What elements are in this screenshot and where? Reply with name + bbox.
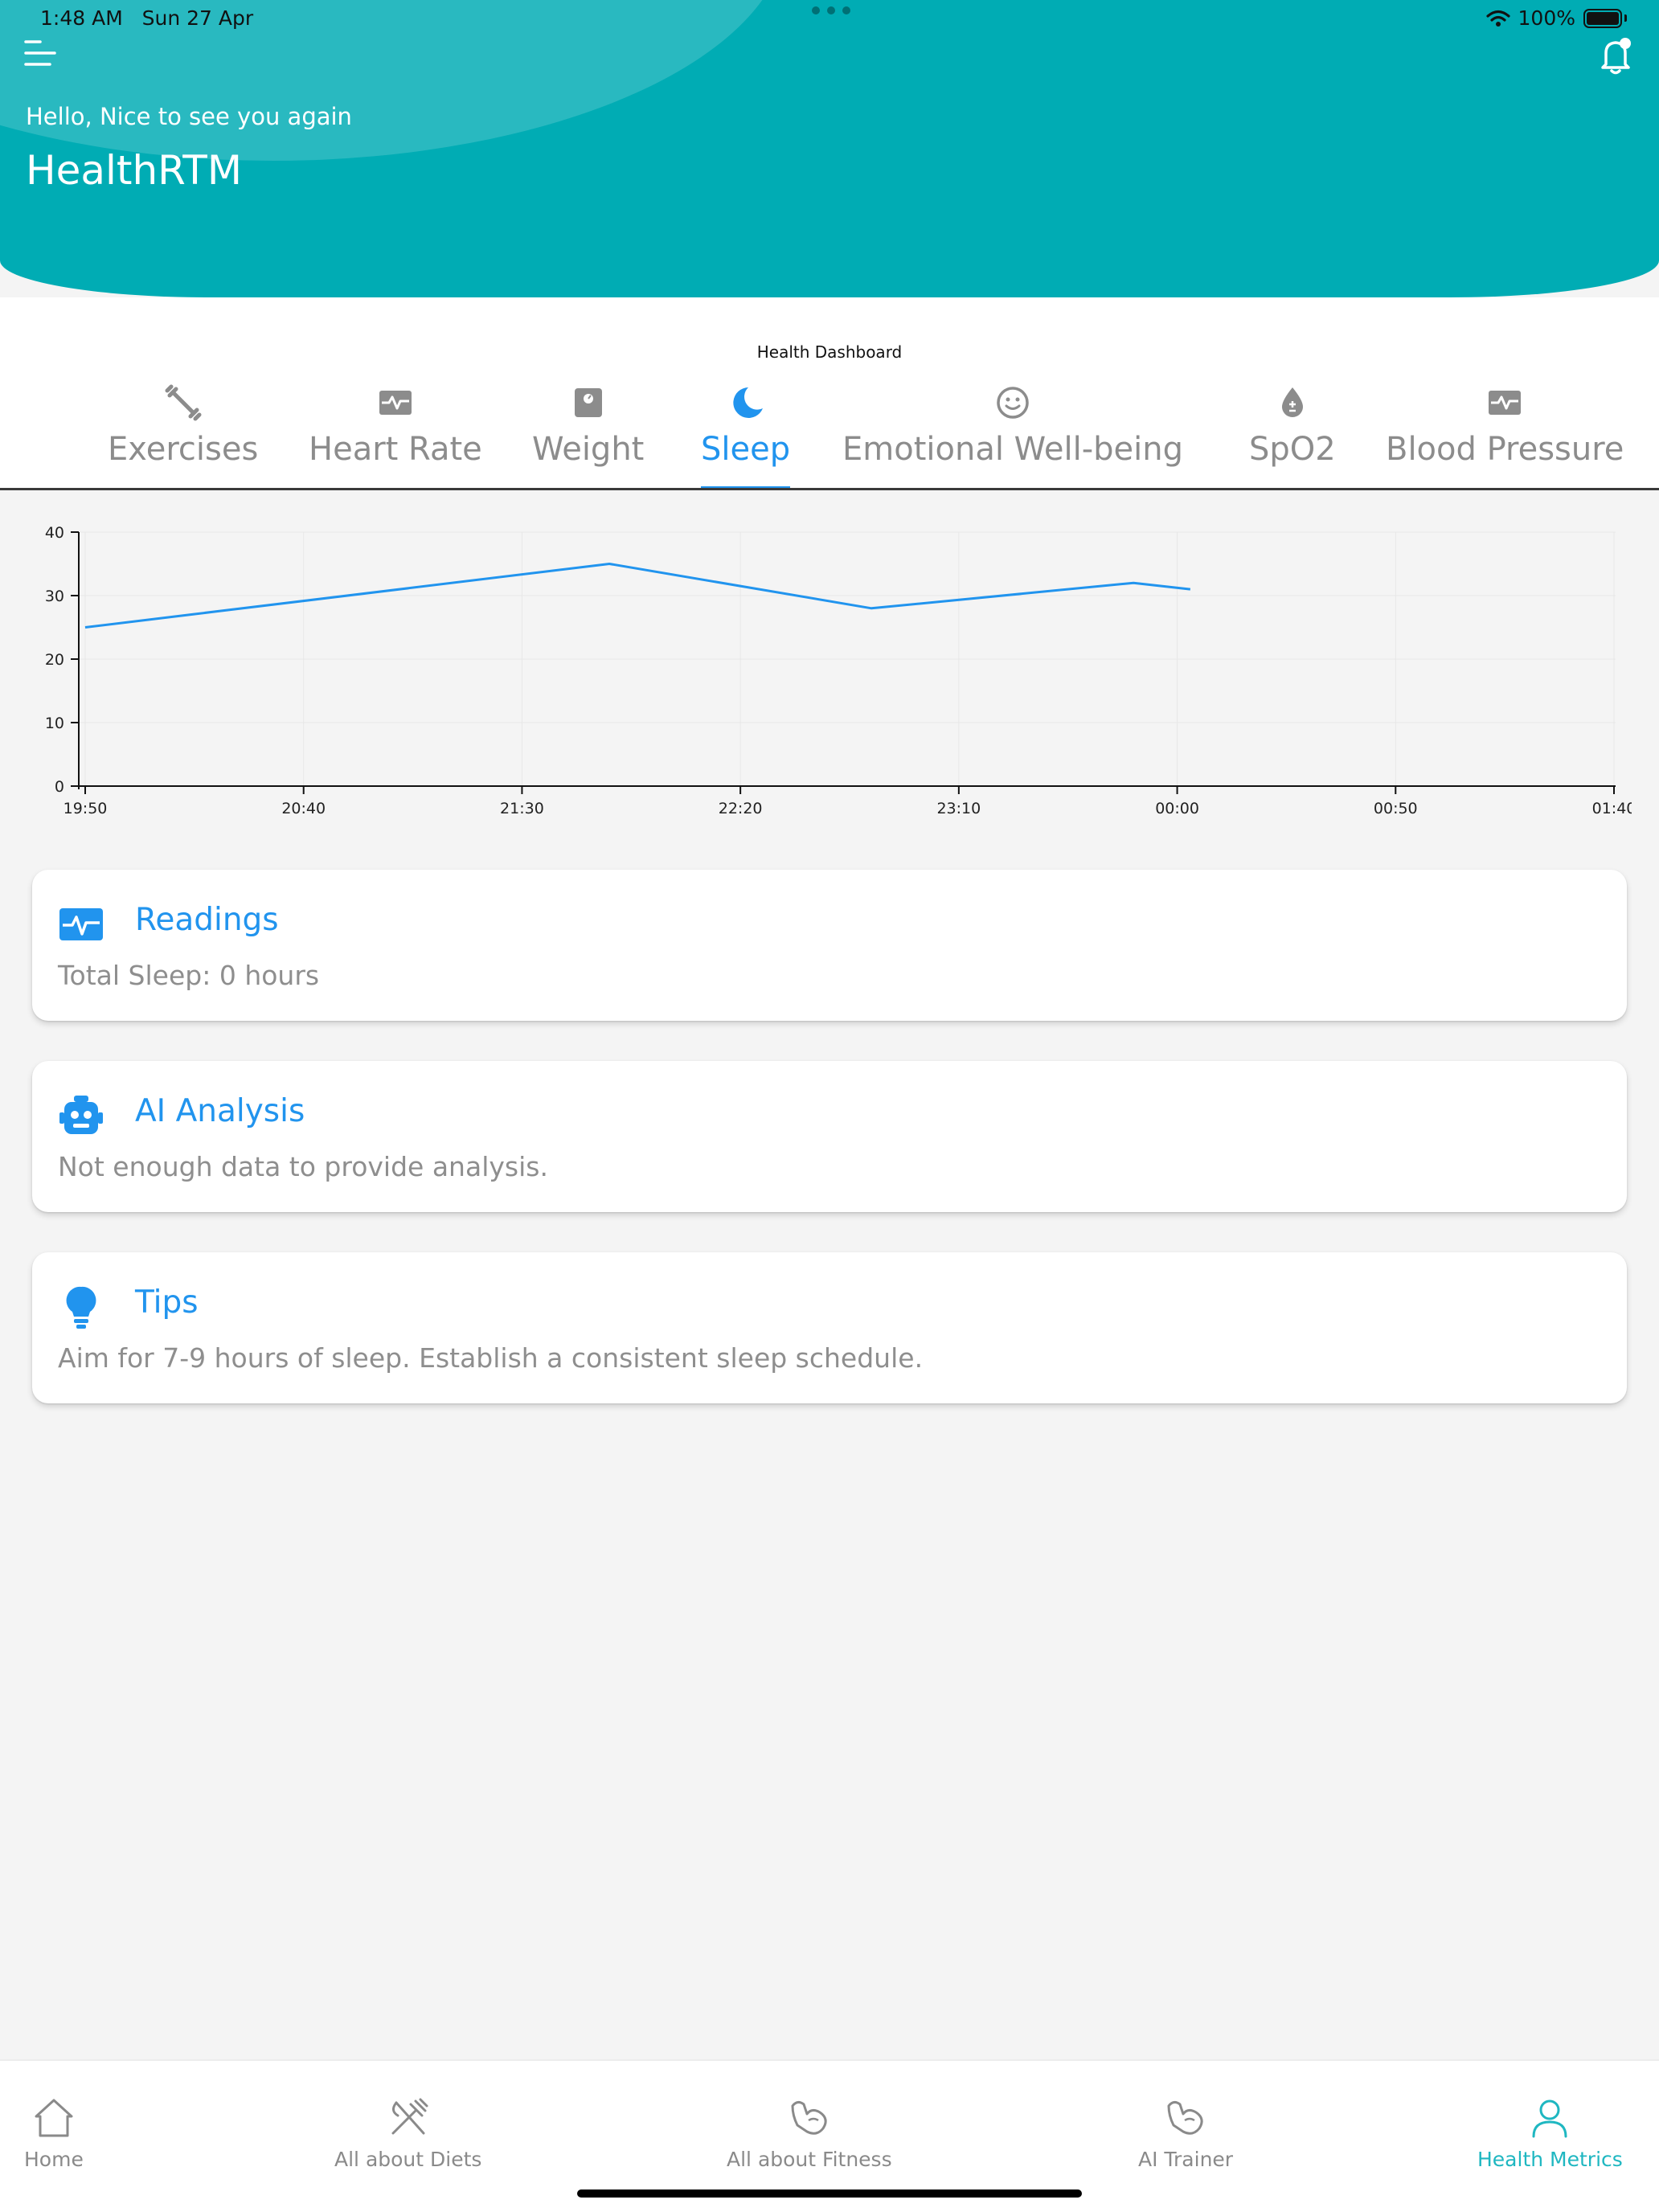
nav-label: All about Fitness [727, 2148, 892, 2171]
moon-icon [732, 387, 763, 418]
x-tick-label: 22:20 [719, 800, 763, 817]
fork-knife-icon [391, 2098, 428, 2135]
sleep-line-chart: 0 10 20 30 40 19:50 20:40 21:30 22:20 23:10 00:00… [45, 524, 1632, 817]
y-tick-label: 20 [45, 651, 64, 669]
nav-health-metrics[interactable]: Health Metrics [1477, 2061, 1623, 2181]
notifications-button[interactable] [1598, 35, 1635, 76]
x-tick-label: 19:50 [63, 800, 108, 817]
menu-button[interactable] [23, 35, 63, 72]
x-tick-label: 00:50 [1374, 800, 1418, 817]
dashboard-tabs-area: Health Dashboard Exercises Heart Rate We… [0, 297, 1659, 490]
chart-y-ticks: 0 10 20 30 40 [45, 524, 79, 796]
y-tick-label: 30 [45, 588, 64, 605]
nav-label: AI Trainer [1138, 2148, 1234, 2171]
readings-card: Readings Total Sleep: 0 hours [32, 870, 1627, 1021]
battery-percent: 100% [1518, 6, 1575, 30]
tab-label: Emotional Well-being [842, 431, 1184, 468]
tab-blood-pressure[interactable]: Blood Pressure [1386, 384, 1624, 489]
y-tick-label: 10 [45, 715, 64, 732]
tab-label: Heart Rate [309, 431, 482, 468]
person-icon [1532, 2099, 1567, 2138]
blood-drop-icon [1281, 387, 1303, 417]
tab-sleep[interactable]: Sleep [701, 384, 791, 490]
nav-all-about-diets[interactable]: All about Diets [334, 2061, 481, 2181]
status-date: Sun 27 Apr [141, 6, 254, 30]
status-time: 1:48 AM [40, 6, 123, 30]
tab-label: Exercises [108, 431, 259, 468]
smiley-icon [997, 387, 1029, 419]
nav-all-about-fitness[interactable]: All about Fitness [727, 2061, 892, 2181]
tab-exercises[interactable]: Exercises [108, 384, 258, 489]
home-icon [35, 2099, 73, 2137]
tab-emotional-well-being[interactable]: Emotional Well-being [842, 384, 1183, 489]
dashboard-title: Health Dashboard [756, 342, 903, 362]
ai-analysis-text: Not enough data to provide analysis. [58, 1151, 548, 1182]
tab-heart-rate[interactable]: Heart Rate [309, 384, 482, 489]
x-tick-label: 20:40 [281, 800, 326, 817]
chart-grid [79, 531, 1616, 787]
x-tick-label: 23:10 [936, 800, 981, 817]
pulse-monitor-icon [59, 908, 103, 940]
lightbulb-icon [66, 1286, 96, 1329]
nav-home[interactable]: Home [24, 2061, 84, 2181]
tab-weight[interactable]: Weight [532, 384, 644, 489]
nav-ai-trainer[interactable]: AI Trainer [1138, 2061, 1233, 2181]
tab-label: Sleep [701, 431, 791, 468]
scale-icon [574, 388, 602, 417]
greeting-text: Hello, Nice to see you again [26, 103, 352, 130]
multitasking-dots[interactable] [812, 6, 850, 14]
chart-x-ticks: 19:50 20:40 21:30 22:20 23:10 00:00 00:50 01:40 [63, 786, 1632, 817]
y-tick-label: 0 [55, 778, 64, 796]
bell-icon [1601, 38, 1631, 75]
wifi-icon [1485, 10, 1510, 27]
tab-label: Blood Pressure [1386, 431, 1624, 468]
header: 1:48 AM Sun 27 Apr 100% Hello, Nice to s… [0, 0, 1659, 297]
flexed-arm-icon [1167, 2100, 1203, 2135]
battery-icon [1583, 8, 1627, 28]
flexed-arm-icon [791, 2100, 827, 2135]
tab-label: Weight [532, 431, 645, 468]
ai-analysis-title: AI Analysis [135, 1093, 305, 1129]
chart-axes [76, 532, 1616, 789]
heart-monitor-icon [379, 391, 412, 415]
nav-label: Health Metrics [1477, 2148, 1623, 2171]
home-indicator[interactable] [577, 2189, 1082, 2198]
nav-label: All about Diets [334, 2148, 482, 2171]
robot-icon [59, 1096, 103, 1134]
menu-icon [24, 40, 56, 66]
monitor-pulse-icon [1489, 391, 1522, 415]
y-tick-label: 40 [45, 524, 64, 542]
tips-text: Aim for 7-9 hours of sleep. Establish a … [58, 1342, 924, 1374]
readings-text: Total Sleep: 0 hours [58, 960, 320, 991]
tips-title: Tips [135, 1284, 199, 1321]
status-bar-right: 100% [1485, 6, 1627, 30]
x-tick-label: 00:00 [1155, 800, 1199, 817]
app-name: HealthRTM [26, 147, 242, 194]
x-tick-label: 21:30 [500, 800, 544, 817]
tips-card: Tips Aim for 7-9 hours of sleep. Establi… [32, 1252, 1627, 1403]
tab-label: SpO2 [1249, 431, 1336, 468]
dumbbell-icon [165, 384, 202, 421]
tab-spo2[interactable]: SpO2 [1249, 384, 1336, 489]
ai-analysis-card: AI Analysis Not enough data to provide a… [32, 1061, 1627, 1212]
status-bar-time: 1:48 AM Sun 27 Apr [40, 6, 253, 30]
tabs-divider [0, 488, 1659, 490]
readings-title: Readings [135, 902, 279, 938]
x-tick-label: 01:40 [1592, 800, 1632, 817]
nav-label: Home [24, 2148, 84, 2171]
